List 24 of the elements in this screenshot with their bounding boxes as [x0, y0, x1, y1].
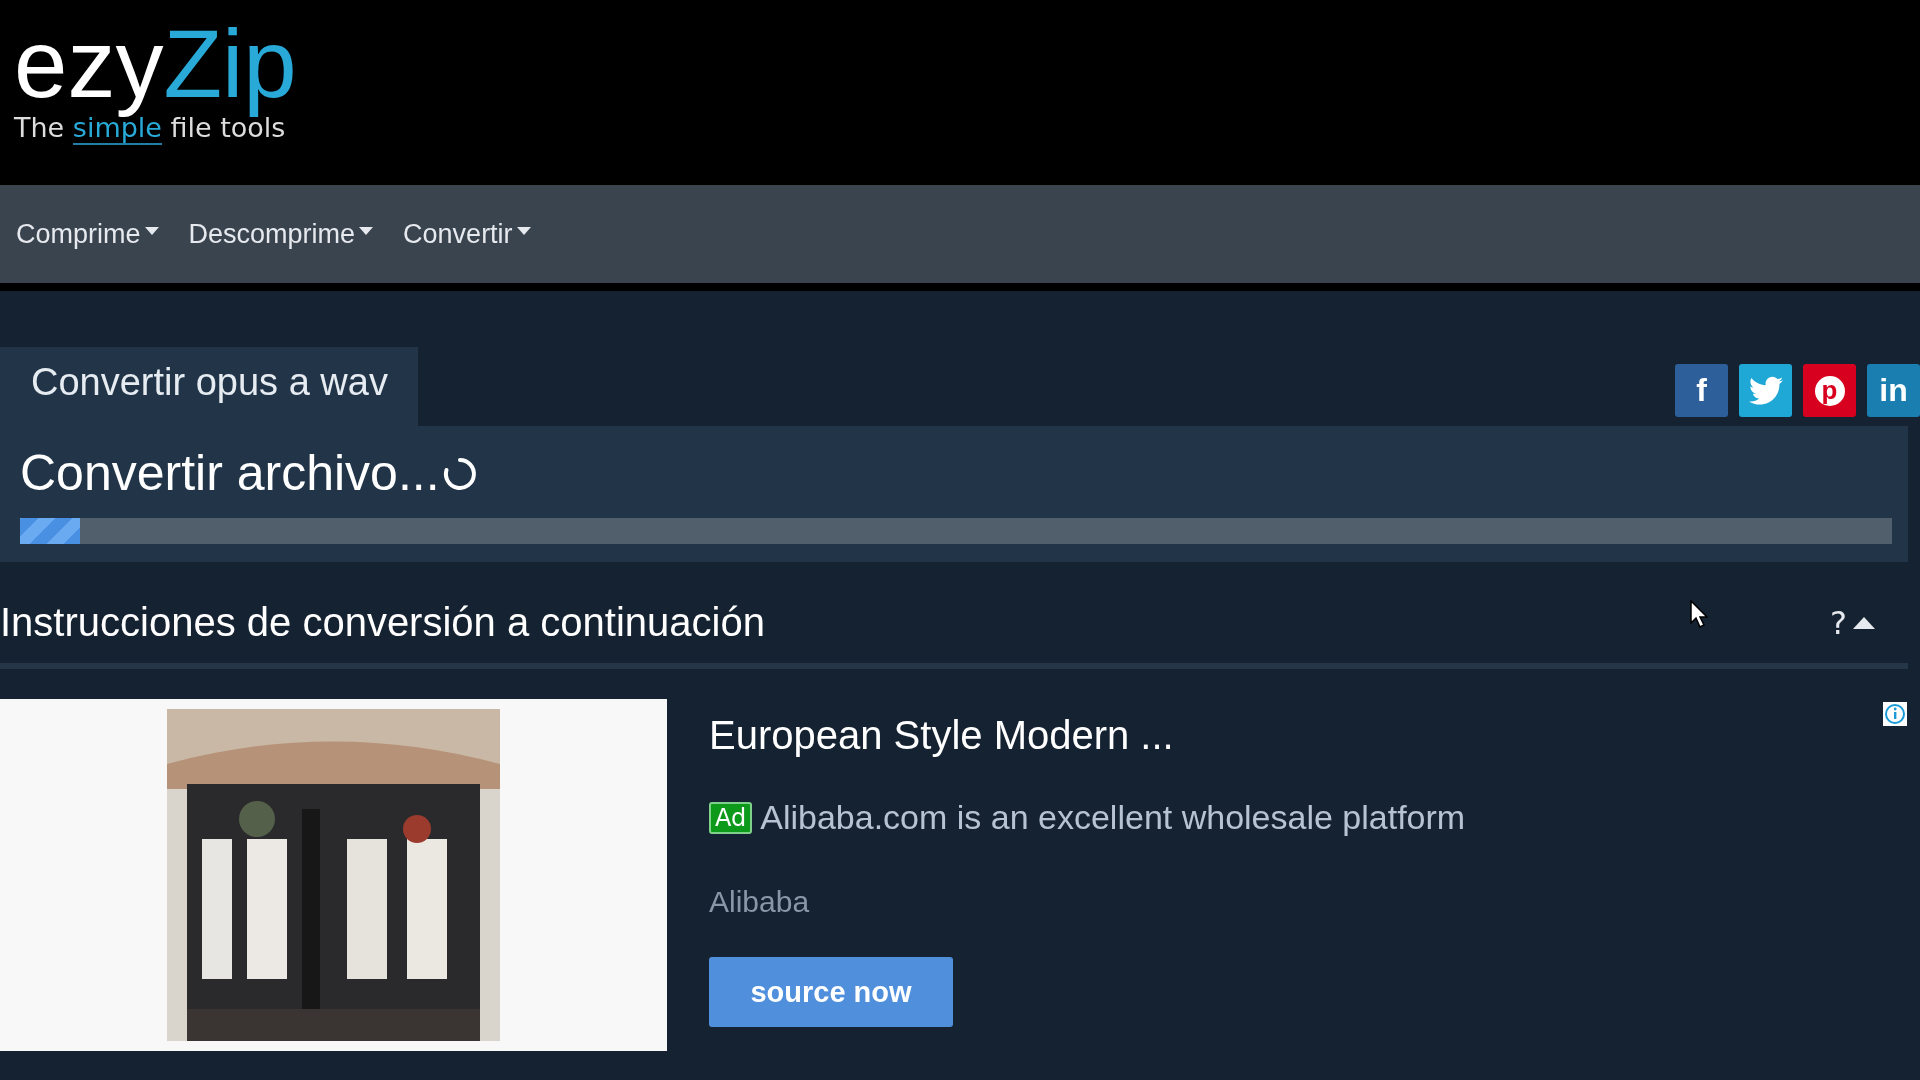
- spinner-icon: [441, 456, 478, 492]
- nav-menu[interactable]: Convertir: [403, 218, 531, 250]
- collapse-icon[interactable]: [1853, 616, 1875, 629]
- section-heading: Instrucciones de conversión a continuación: [0, 600, 765, 645]
- twitter-share-button[interactable]: [1739, 364, 1792, 417]
- facebook-share-button[interactable]: f: [1675, 364, 1728, 417]
- caret-icon: [516, 227, 531, 235]
- ad-badge: Ad: [709, 801, 753, 834]
- status-heading: Convertir archivo...: [20, 444, 440, 503]
- help-mark[interactable]: ?: [1830, 603, 1847, 642]
- nav-menu[interactable]: Descomprime: [188, 218, 374, 250]
- page-tab[interactable]: Convertir opus a wav: [0, 347, 418, 426]
- pinterest-share-button[interactable]: p: [1803, 364, 1856, 417]
- info-icon[interactable]: [1882, 701, 1908, 727]
- advertiser-name: Alibaba: [709, 885, 810, 919]
- pin-icon: p: [1814, 375, 1845, 406]
- mouse-cursor-icon: [1690, 599, 1708, 628]
- caret-icon: [144, 227, 159, 235]
- nav-menu[interactable]: Comprime: [16, 218, 159, 250]
- caret-icon: [359, 227, 374, 235]
- ad-description: Alibaba.com is an excellent wholesale platform: [760, 798, 1466, 837]
- linkedin-share-button[interactable]: in: [1867, 364, 1920, 417]
- bird-icon: [1748, 375, 1783, 406]
- ad-title[interactable]: European Style Modern ...: [709, 713, 1174, 758]
